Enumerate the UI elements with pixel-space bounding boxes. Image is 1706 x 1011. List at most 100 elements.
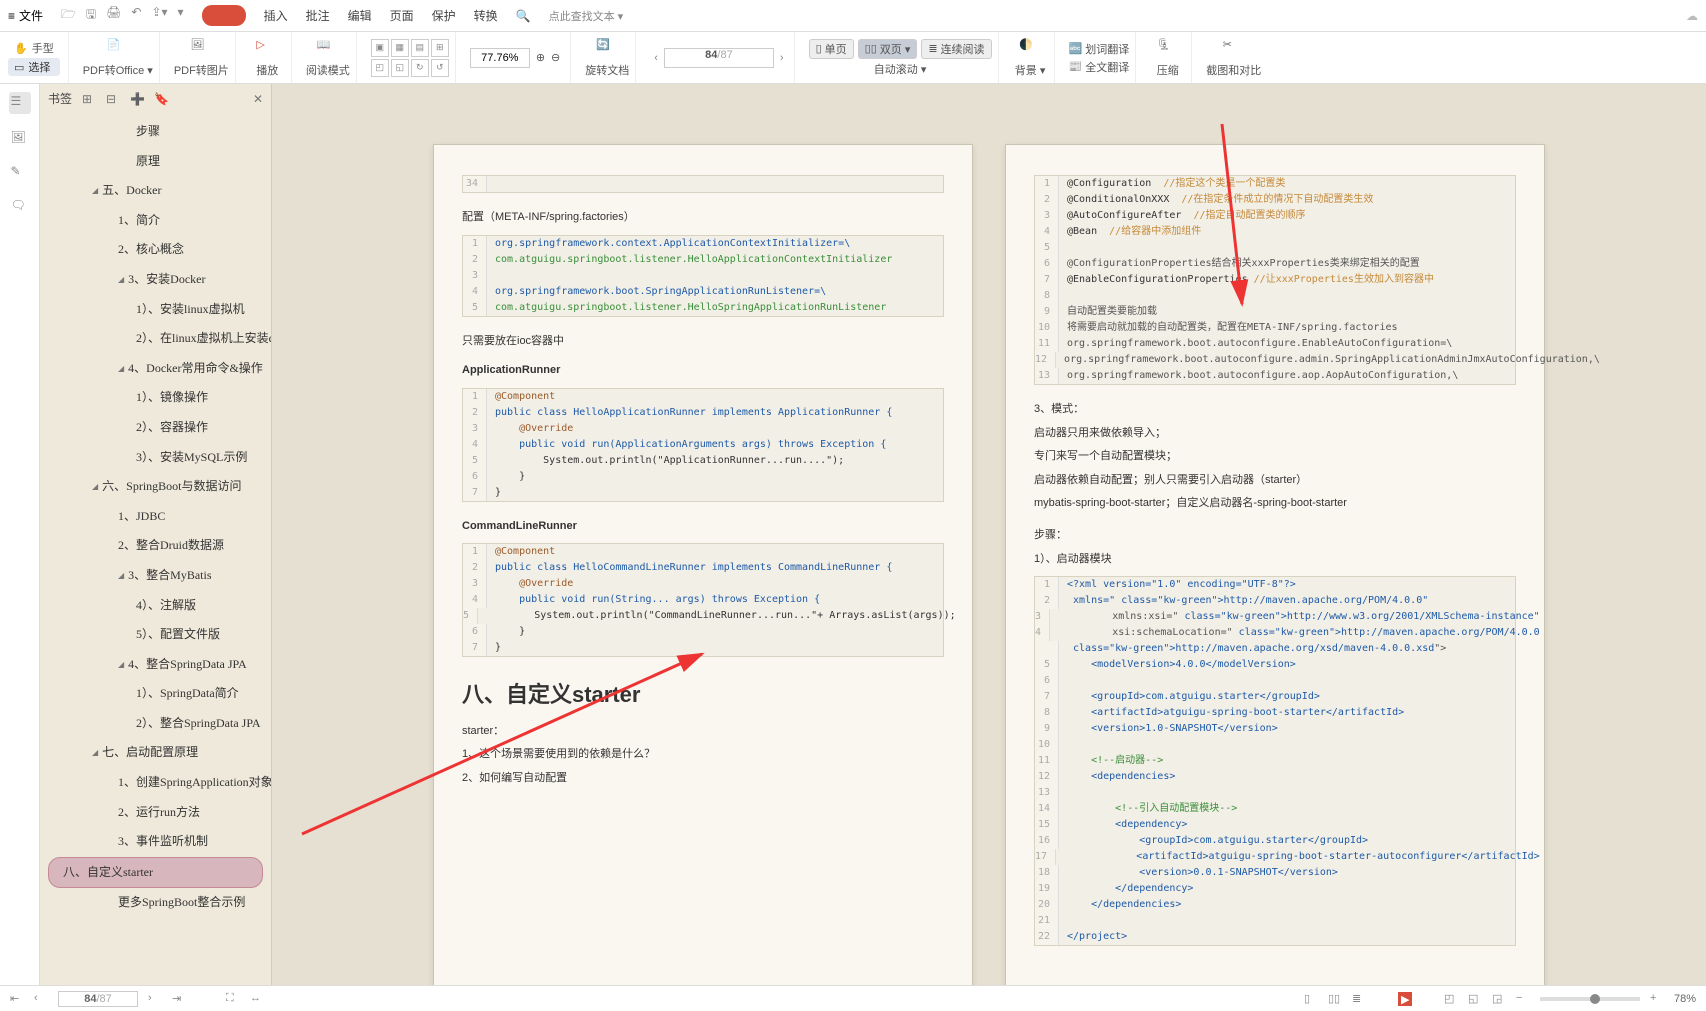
bookmark-item[interactable]: 原理 [40, 147, 271, 177]
double-page-btn[interactable]: ▯▯ 双页 ▾ [858, 39, 918, 59]
bookmark-item[interactable]: 3、整合MyBatis [40, 561, 271, 591]
undo-icon[interactable]: ↶ [131, 5, 141, 26]
full-translate[interactable]: 📰 全文翻译 [1069, 59, 1130, 75]
sb-view2-icon[interactable]: ▯▯ [1328, 992, 1342, 1006]
bookmark-item[interactable]: 2、运行run方法 [40, 798, 271, 828]
tab-page[interactable]: 页面 [390, 7, 414, 24]
bookmark-item[interactable]: 1）、镜像操作 [40, 383, 271, 413]
bookmark-item[interactable]: 五、Docker [40, 176, 271, 206]
sb-next-page-icon[interactable]: › [148, 992, 162, 1006]
auto-scroll[interactable]: 自动滚动 ▾ [874, 61, 927, 77]
bookmark-item[interactable]: 2）、整合SpringData JPA [40, 709, 271, 739]
tab-annotate[interactable]: 批注 [306, 7, 330, 24]
thumbnails-rail-icon[interactable]: 🖼 [11, 130, 29, 148]
sb-view3-icon[interactable]: ≣ [1352, 992, 1366, 1006]
zoom-out-icon[interactable]: ⊖ [551, 51, 560, 64]
tab-convert[interactable]: 转换 [474, 7, 498, 24]
view-mode-grid[interactable]: ▣▦▤⊞ ◰◱↻↺ [371, 39, 449, 77]
sb-prev-page-icon[interactable]: ‹ [34, 992, 48, 1006]
sb-layout2-icon[interactable]: ◱ [1468, 992, 1482, 1006]
right-p4: mybatis-spring-boot-starter；自定义启动器名-spri… [1034, 495, 1516, 513]
bookmark-item[interactable]: 3）、安装MySQL示例 [40, 443, 271, 473]
sb-layout1-icon[interactable]: ◰ [1444, 992, 1458, 1006]
continuous-read-btn[interactable]: ≣ 连续阅读 [921, 39, 991, 59]
play-button[interactable]: ▷播放 [244, 32, 292, 83]
bookmark-item[interactable]: 1、创建SpringApplication对象 [40, 768, 271, 798]
bm-bookmark-icon[interactable]: 🔖 [154, 92, 168, 106]
bookmark-item[interactable]: 七、启动配置原理 [40, 738, 271, 768]
save-icon[interactable]: 🖫 [86, 5, 96, 26]
next-page-icon[interactable]: › [780, 52, 784, 64]
select-tool[interactable]: ▭ 选择 [8, 58, 60, 76]
bookmark-item[interactable]: 4、Docker常用命令&操作 [40, 354, 271, 384]
bookmark-item[interactable]: 2、核心概念 [40, 235, 271, 265]
bookmark-item[interactable]: 2）、容器操作 [40, 413, 271, 443]
bookmark-item[interactable]: 3、安装Docker [40, 265, 271, 295]
compress-btn[interactable]: 🗜压缩 [1144, 32, 1192, 83]
read-mode[interactable]: 📖阅读模式 [300, 32, 357, 83]
sb-zoom-slider[interactable] [1540, 997, 1640, 1001]
more-icon[interactable]: ▾ [178, 5, 184, 26]
bookmarks-rail-icon[interactable]: ☰ [9, 92, 31, 114]
sb-play-icon[interactable]: ▶ [1398, 992, 1412, 1006]
tab-protect[interactable]: 保护 [432, 7, 456, 24]
open-icon[interactable]: 🗁 [61, 5, 76, 26]
attachments-rail-icon[interactable]: ✎ [11, 164, 29, 182]
sb-fit-width-icon[interactable]: ↔ [250, 992, 264, 1006]
right-p1: 启动器只用来做依赖导入； [1034, 425, 1516, 443]
tab-start[interactable]: 开始 [202, 5, 246, 26]
tab-edit[interactable]: 编辑 [348, 7, 372, 24]
bookmark-item[interactable]: 2、整合Druid数据源 [40, 531, 271, 561]
bm-close-icon[interactable]: ✕ [253, 92, 263, 106]
sb-view1-icon[interactable]: ▯ [1304, 992, 1318, 1006]
tab-insert[interactable]: 插入 [264, 7, 288, 24]
bm-expand-icon[interactable]: ⊞ [82, 92, 96, 106]
bookmarks-title: 书签 [48, 90, 72, 107]
bookmark-item[interactable]: 八、自定义starter [48, 857, 263, 889]
bookmark-item[interactable]: 步骤 [40, 117, 271, 147]
bookmarks-tree[interactable]: 步骤原理五、Docker1、简介2、核心概念3、安装Docker1）、安装lin… [40, 113, 271, 985]
bookmark-item[interactable]: 更多SpringBoot整合示例 [40, 888, 271, 918]
bookmark-item[interactable]: 2）、在linux虚拟机上安装docker [40, 324, 271, 354]
sb-zoom-out-icon[interactable]: − [1516, 992, 1530, 1006]
bookmark-item[interactable]: 1）、安装linux虚拟机 [40, 295, 271, 325]
cloud-icon[interactable]: ☁ [1686, 9, 1698, 23]
bookmark-item[interactable]: 1、JDBC [40, 502, 271, 532]
comments-rail-icon[interactable]: 🗨 [11, 198, 29, 216]
sb-zoom-in-icon[interactable]: + [1650, 992, 1664, 1006]
screenshot-compare[interactable]: ✂截图和对比 [1200, 32, 1267, 83]
bookmark-item[interactable]: 1）、SpringData简介 [40, 679, 271, 709]
bookmark-item[interactable]: 1、简介 [40, 206, 271, 236]
bm-add-icon[interactable]: ➕ [130, 92, 144, 106]
sb-last-page-icon[interactable]: ⇥ [172, 992, 186, 1006]
zoom-in-icon[interactable]: ⊕ [536, 51, 545, 64]
search-icon[interactable]: 🔍 [516, 9, 531, 23]
search-placeholder[interactable]: 点此查找文本 ▾ [549, 8, 624, 24]
sb-first-page-icon[interactable]: ⇤ [10, 992, 24, 1006]
bookmark-item[interactable]: 六、SpringBoot与数据访问 [40, 472, 271, 502]
document-viewport[interactable]: 34 配置（META-INF/spring.factories） 1org.sp… [272, 84, 1706, 985]
sb-layout3-icon[interactable]: ◲ [1492, 992, 1506, 1006]
file-menu[interactable]: ≡ 文件 [8, 7, 43, 24]
left-rail: ☰ 🖼 ✎ 🗨 [0, 84, 40, 985]
sb-page-box[interactable]: 84/87 [58, 991, 138, 1007]
pdf-to-office[interactable]: 📄PDF转Office ▾ [77, 32, 160, 83]
single-page-btn[interactable]: ▯ 单页 [809, 39, 854, 59]
hand-tool[interactable]: ✋ 手型 [8, 39, 60, 57]
zoom-input[interactable] [470, 48, 530, 68]
sb-zoom-value: 78% [1674, 993, 1696, 1005]
bookmark-item[interactable]: 5）、配置文件版 [40, 620, 271, 650]
sb-fit-page-icon[interactable]: ⛶ [226, 992, 240, 1006]
bookmark-item[interactable]: 4、整合SpringData JPA [40, 650, 271, 680]
pdf-to-image[interactable]: 🖼PDF转图片 [168, 32, 236, 83]
bookmark-item[interactable]: 4）、注解版 [40, 591, 271, 621]
page-number-input[interactable]: 84/87 [664, 48, 774, 68]
print-icon[interactable]: 🖨 [106, 5, 121, 26]
share-icon[interactable]: ⇪▾ [151, 5, 167, 26]
bookmark-item[interactable]: 3、事件监听机制 [40, 827, 271, 857]
background-menu[interactable]: 🌓背景 ▾ [1007, 32, 1055, 83]
bm-collapse-icon[interactable]: ⊟ [106, 92, 120, 106]
rotate-doc[interactable]: 🔄旋转文档 [579, 32, 636, 83]
word-translate[interactable]: 🔤 划词翻译 [1069, 41, 1130, 57]
prev-page-icon[interactable]: ‹ [654, 52, 658, 64]
